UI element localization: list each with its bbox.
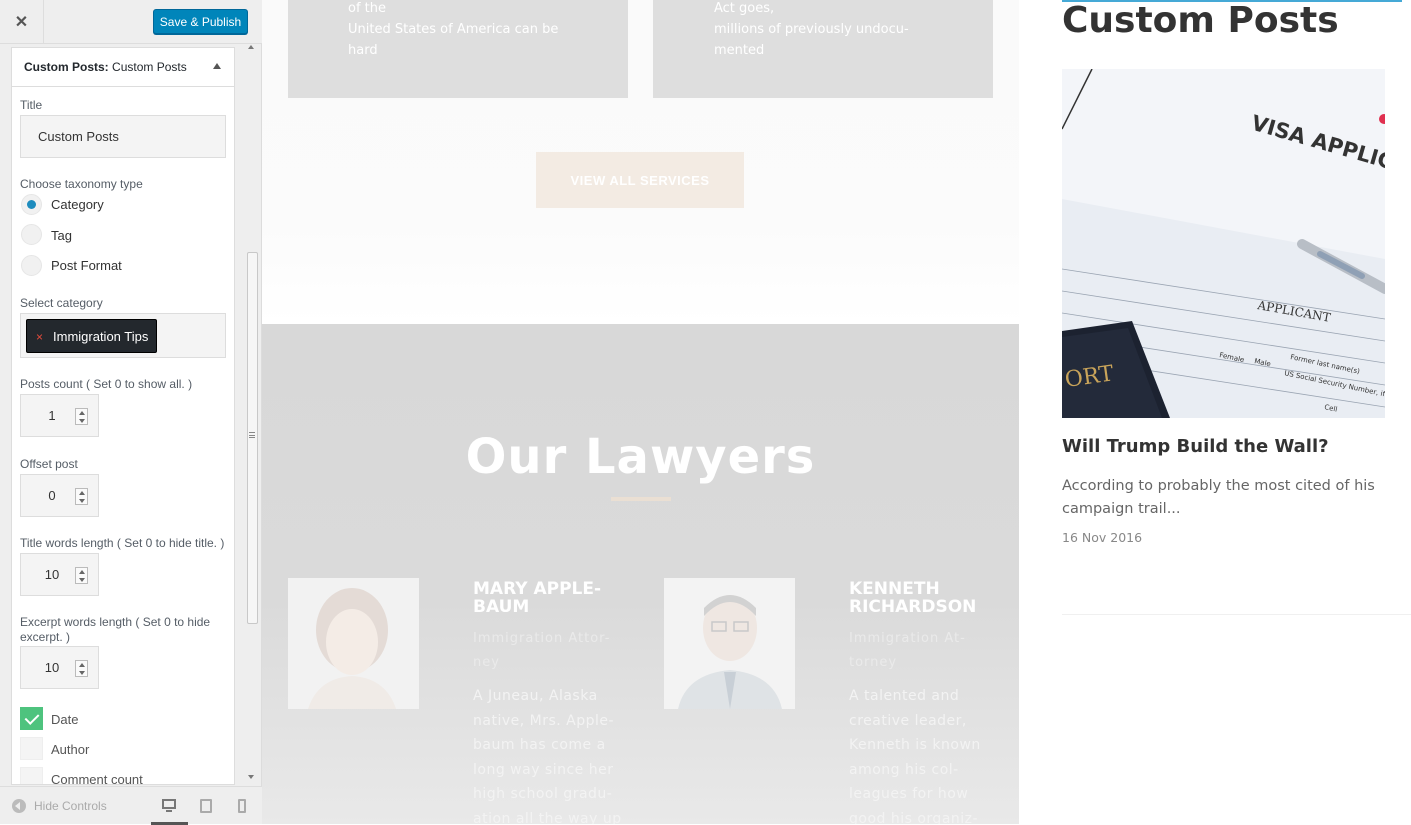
category-chip-label: Immigration Tips <box>53 328 149 344</box>
title-words-value: 10 <box>44 567 60 582</box>
collapse-arrow-icon[interactable] <box>213 63 221 69</box>
spinner-icon[interactable] <box>75 660 88 677</box>
customizer-sidebar: ✕ Save & Publish Custom Posts: Custom Po… <box>0 0 262 825</box>
author-checkbox[interactable] <box>20 737 43 760</box>
sidebar-scrollbar[interactable] <box>245 44 259 786</box>
scrollbar-grip-icon <box>249 432 255 438</box>
save-publish-button[interactable]: Save & Publish <box>153 9 248 34</box>
hide-controls-button[interactable]: Hide Controls <box>12 799 107 813</box>
lawyer-name: MARY APPLE- BAUM <box>473 579 602 617</box>
category-chip: × Immigration Tips <box>26 319 158 353</box>
radio-category[interactable] <box>21 194 42 215</box>
title-input[interactable]: Custom Posts <box>20 115 226 158</box>
offset-stepper[interactable]: 0 <box>20 474 99 517</box>
radio-tag-label: Tag <box>51 228 72 243</box>
radio-post-format[interactable] <box>21 255 42 276</box>
title-words-label: Title words length ( Set 0 to hide title… <box>20 536 225 550</box>
post-thumbnail[interactable]: VISA APPLIC APPLICANT Female Male Former… <box>1062 69 1385 418</box>
excerpt-words-stepper[interactable]: 10 <box>20 646 99 689</box>
comment-count-checkbox-label: Comment count <box>51 772 143 785</box>
custom-posts-widget: Custom Posts VISA APPLIC APPLICANT Femal… <box>1019 0 1411 824</box>
tablet-preview-icon[interactable] <box>200 799 212 813</box>
post-excerpt: According to probably the most cited of … <box>1062 478 1375 517</box>
title-words-stepper[interactable]: 10 <box>20 553 99 596</box>
lawyer-photo[interactable] <box>288 578 419 709</box>
widget-title: Custom Posts <box>1062 0 1339 41</box>
radio-tag[interactable] <box>21 224 42 245</box>
comment-count-checkbox[interactable] <box>20 767 43 784</box>
posts-count-value: 1 <box>48 408 56 423</box>
section-name: Custom Posts <box>112 60 187 74</box>
date-checkbox[interactable] <box>20 707 43 730</box>
lawyer-role: Immigration Attor- ney <box>473 631 611 670</box>
title-underline <box>611 497 671 501</box>
customizer-header: ✕ Save & Publish <box>0 0 262 44</box>
site-preview: of the United States of America can be h… <box>262 0 1019 824</box>
category-label: Select category <box>20 296 103 310</box>
excerpt-words-value: 10 <box>44 660 60 675</box>
service-text: Act goes, millions of previously undocu-… <box>714 1 909 58</box>
lawyer-role: Immigration At- torney <box>849 631 966 670</box>
hide-controls-label: Hide Controls <box>34 799 107 813</box>
close-customizer-button[interactable]: ✕ <box>0 0 44 44</box>
desktop-preview-icon[interactable] <box>162 799 176 813</box>
scroll-down-icon[interactable] <box>248 775 254 779</box>
lawyers-section: Our Lawyers MARY APPLE- BAUM Immigration… <box>262 324 1019 824</box>
offset-label: Offset post <box>20 457 78 471</box>
lawyer-bio: A Juneau, Alaska native, Mrs. Apple- bau… <box>473 688 622 824</box>
posts-count-stepper[interactable]: 1 <box>20 394 99 437</box>
section-header[interactable]: Custom Posts: Custom Posts <box>12 48 234 87</box>
category-select[interactable]: × Immigration Tips <box>20 313 226 358</box>
offset-value: 0 <box>48 488 56 503</box>
radio-category-label: Category <box>51 197 104 212</box>
view-all-services-button[interactable]: VIEW ALL SERVICES <box>536 152 744 208</box>
mobile-preview-icon[interactable] <box>238 799 246 813</box>
author-checkbox-label: Author <box>51 742 90 757</box>
date-checkbox-label: Date <box>51 712 79 727</box>
post-title-link[interactable]: Will Trump Build the Wall? <box>1062 436 1329 457</box>
radio-post-format-label: Post Format <box>51 258 122 273</box>
scroll-up-icon[interactable] <box>248 45 254 49</box>
lawyer-name: KENNETH RICHARDSON <box>849 579 977 617</box>
section-title: Our Lawyers <box>465 429 816 485</box>
title-label: Title <box>20 98 43 112</box>
spinner-icon[interactable] <box>75 488 88 505</box>
customizer-footer: Hide Controls <box>0 786 262 825</box>
taxonomy-label: Choose taxonomy type <box>20 177 143 191</box>
service-text: of the United States of America can be h… <box>348 1 559 58</box>
spinner-icon[interactable] <box>75 567 88 584</box>
spinner-icon[interactable] <box>75 408 88 425</box>
post-date: 16 Nov 2016 <box>1062 530 1143 545</box>
services-section: of the United States of America can be h… <box>262 0 1019 324</box>
collapse-sidebar-icon <box>12 799 26 813</box>
posts-count-label: Posts count ( Set 0 to show all. ) <box>20 377 193 391</box>
scrollbar-thumb[interactable] <box>247 252 258 624</box>
excerpt-words-label: Excerpt words length ( Set 0 to hide exc… <box>20 615 211 644</box>
widget-divider <box>1062 614 1411 615</box>
remove-chip-icon[interactable]: × <box>36 330 43 344</box>
lawyer-photo[interactable] <box>664 578 795 709</box>
widget-controls-panel: Custom Posts: Custom Posts Title Custom … <box>11 47 235 785</box>
lawyer-bio: A talented and creative leader, Kenneth … <box>849 688 981 824</box>
section-prefix: Custom Posts: <box>24 60 109 74</box>
